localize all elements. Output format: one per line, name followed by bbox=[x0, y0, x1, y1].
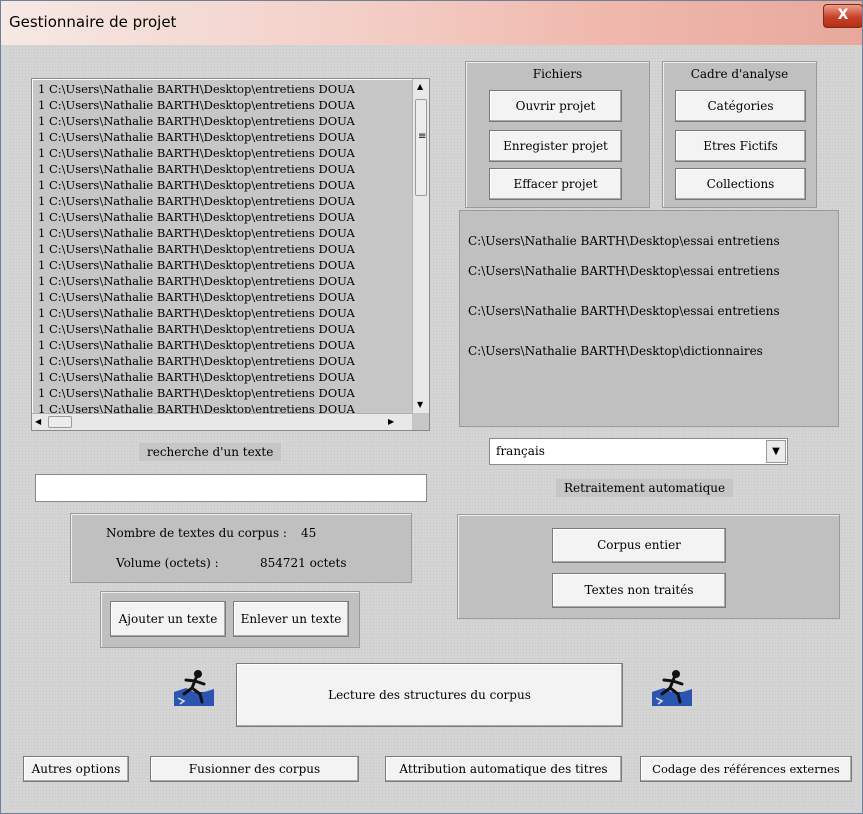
list-item[interactable]: 1 C:\Users\Nathalie BARTH\Desktop\entret… bbox=[38, 321, 412, 337]
list-item[interactable]: 1 C:\Users\Nathalie BARTH\Desktop\entret… bbox=[38, 241, 412, 257]
list-item[interactable]: 1 C:\Users\Nathalie BARTH\Desktop\entret… bbox=[38, 145, 412, 161]
horizontal-scroll-thumb[interactable] bbox=[48, 416, 72, 428]
text-count-label: Nombre de textes du corpus : bbox=[106, 526, 287, 540]
vertical-scrollbar[interactable]: ▲ ≡ ▼ bbox=[412, 79, 429, 413]
attribution-titres-button[interactable]: Attribution automatique des titres bbox=[385, 756, 622, 782]
fichiers-title: Fichiers bbox=[532, 67, 583, 81]
path-item[interactable]: C:\Users\Nathalie BARTH\Desktop\essai en… bbox=[468, 304, 780, 319]
path-item[interactable]: C:\Users\Nathalie BARTH\Desktop\dictionn… bbox=[468, 344, 763, 359]
path-item[interactable]: C:\Users\Nathalie BARTH\Desktop\essai en… bbox=[468, 234, 780, 249]
cadre-analyse-panel: Cadre d'analyse Catégories Etres Fictifs… bbox=[662, 61, 817, 208]
search-label: recherche d'un texte bbox=[139, 443, 282, 461]
corpus-entier-button[interactable]: Corpus entier bbox=[552, 528, 726, 563]
language-selected-value: français bbox=[496, 444, 545, 458]
remove-text-button[interactable]: Enlever un texte bbox=[233, 601, 349, 637]
list-item[interactable]: 1 C:\Users\Nathalie BARTH\Desktop\entret… bbox=[38, 289, 412, 305]
fichiers-panel: Fichiers Ouvrir projet Enregister projet… bbox=[465, 61, 650, 208]
corpus-treatment-panel: Corpus entier Textes non traités bbox=[457, 514, 840, 619]
cadre-analyse-title: Cadre d'analyse bbox=[690, 67, 789, 81]
list-item[interactable]: 1 C:\Users\Nathalie BARTH\Desktop\entret… bbox=[38, 177, 412, 193]
retraitement-label: Retraitement automatique bbox=[556, 479, 734, 497]
save-project-button[interactable]: Enregister projet bbox=[489, 130, 622, 162]
dictionary-path-list[interactable]: C:\Users\Nathalie BARTH\Desktop\essai en… bbox=[459, 210, 839, 427]
horizontal-scrollbar[interactable]: ◀ ▶ bbox=[32, 413, 412, 430]
list-item[interactable]: 1 C:\Users\Nathalie BARTH\Desktop\entret… bbox=[38, 305, 412, 321]
codage-references-button[interactable]: Codage des références externes bbox=[640, 756, 852, 782]
corpus-file-list[interactable]: 1 C:\Users\Nathalie BARTH\Desktop\entret… bbox=[31, 78, 430, 431]
list-item[interactable]: 1 C:\Users\Nathalie BARTH\Desktop\entret… bbox=[38, 369, 412, 385]
clear-project-button[interactable]: Effacer projet bbox=[489, 168, 622, 200]
open-project-button[interactable]: Ouvrir projet bbox=[489, 90, 622, 122]
list-item[interactable]: 1 C:\Users\Nathalie BARTH\Desktop\entret… bbox=[38, 129, 412, 145]
etres-fictifs-button[interactable]: Etres Fictifs bbox=[675, 130, 806, 162]
list-item[interactable]: 1 C:\Users\Nathalie BARTH\Desktop\entret… bbox=[38, 385, 412, 401]
list-item[interactable]: 1 C:\Users\Nathalie BARTH\Desktop\entret… bbox=[38, 225, 412, 241]
scroll-right-icon[interactable]: ▶ bbox=[388, 417, 394, 426]
list-item[interactable]: 1 C:\Users\Nathalie BARTH\Desktop\entret… bbox=[38, 401, 412, 413]
volume-value: 854721 octets bbox=[260, 556, 347, 570]
search-input[interactable] bbox=[35, 474, 427, 502]
corpus-stats-panel: Nombre de textes du corpus : 45 Volume (… bbox=[70, 513, 412, 583]
runner-icon bbox=[652, 670, 692, 706]
file-list-rows: 1 C:\Users\Nathalie BARTH\Desktop\entret… bbox=[38, 81, 412, 413]
add-text-button[interactable]: Ajouter un texte bbox=[110, 601, 226, 637]
list-item[interactable]: 1 C:\Users\Nathalie BARTH\Desktop\entret… bbox=[38, 257, 412, 273]
vertical-scroll-thumb[interactable] bbox=[415, 99, 427, 196]
volume-label: Volume (octets) : bbox=[116, 556, 219, 570]
list-item[interactable]: 1 C:\Users\Nathalie BARTH\Desktop\entret… bbox=[38, 113, 412, 129]
grip-icon: ≡ bbox=[418, 131, 427, 142]
window-title: Gestionnaire de projet bbox=[9, 13, 177, 31]
list-item[interactable]: 1 C:\Users\Nathalie BARTH\Desktop\entret… bbox=[38, 193, 412, 209]
list-item[interactable]: 1 C:\Users\Nathalie BARTH\Desktop\entret… bbox=[38, 337, 412, 353]
collections-button[interactable]: Collections bbox=[675, 168, 806, 200]
textes-non-traites-button[interactable]: Textes non traités bbox=[552, 573, 726, 608]
scroll-up-icon[interactable]: ▲ bbox=[417, 82, 423, 91]
client-area: 1 C:\Users\Nathalie BARTH\Desktop\entret… bbox=[9, 45, 854, 809]
path-item[interactable]: C:\Users\Nathalie BARTH\Desktop\essai en… bbox=[468, 264, 780, 279]
project-manager-window: Gestionnaire de projet X 1 C:\Users\Nath… bbox=[0, 0, 863, 814]
fusionner-corpus-button[interactable]: Fusionner des corpus bbox=[150, 756, 359, 782]
autres-options-button[interactable]: Autres options bbox=[23, 756, 129, 782]
title-bar: Gestionnaire de projet X bbox=[1, 1, 862, 45]
lecture-structures-button[interactable]: Lecture des structures du corpus bbox=[236, 663, 623, 727]
list-item[interactable]: 1 C:\Users\Nathalie BARTH\Desktop\entret… bbox=[38, 97, 412, 113]
chevron-down-icon[interactable]: ▼ bbox=[766, 440, 786, 463]
close-button[interactable]: X bbox=[823, 4, 862, 28]
close-icon: X bbox=[837, 7, 849, 23]
text-count-value: 45 bbox=[301, 526, 317, 540]
text-actions-panel: Ajouter un texte Enlever un texte bbox=[100, 591, 360, 648]
list-item[interactable]: 1 C:\Users\Nathalie BARTH\Desktop\entret… bbox=[38, 81, 412, 97]
list-item[interactable]: 1 C:\Users\Nathalie BARTH\Desktop\entret… bbox=[38, 353, 412, 369]
categories-button[interactable]: Catégories bbox=[675, 90, 806, 122]
list-item[interactable]: 1 C:\Users\Nathalie BARTH\Desktop\entret… bbox=[38, 209, 412, 225]
runner-icon bbox=[174, 670, 214, 706]
scroll-down-icon[interactable]: ▼ bbox=[417, 400, 423, 409]
list-item[interactable]: 1 C:\Users\Nathalie BARTH\Desktop\entret… bbox=[38, 161, 412, 177]
language-select[interactable]: français ▼ bbox=[489, 438, 788, 465]
scroll-left-icon[interactable]: ◀ bbox=[35, 417, 41, 426]
list-item[interactable]: 1 C:\Users\Nathalie BARTH\Desktop\entret… bbox=[38, 273, 412, 289]
